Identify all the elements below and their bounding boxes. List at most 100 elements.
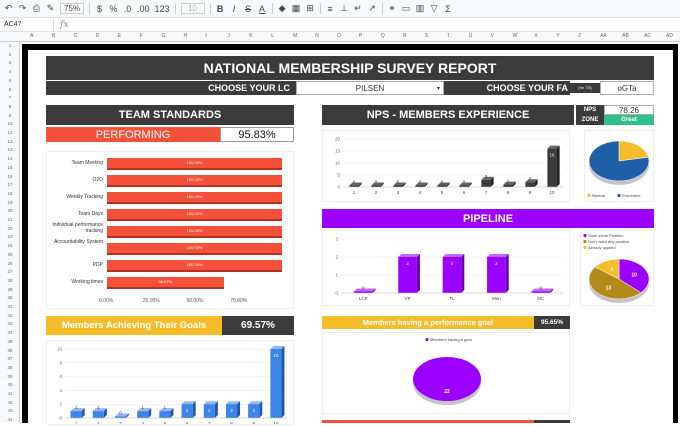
fa-dropdown[interactable]: oGTa	[600, 81, 654, 95]
row-header[interactable]: 28	[0, 278, 20, 283]
column-header[interactable]: G	[162, 33, 166, 39]
nps-pie-chart[interactable]: Neutral Promoters	[584, 130, 654, 202]
align-left-icon[interactable]: ≡	[326, 4, 335, 14]
row-header[interactable]: 43	[0, 408, 20, 413]
row-header[interactable]: 7	[0, 95, 20, 100]
row-header[interactable]: 9	[0, 113, 20, 118]
column-header[interactable]: Y	[556, 33, 559, 39]
hbar-bar[interactable]: 100.00%	[107, 243, 282, 253]
row-header[interactable]: 20	[0, 208, 20, 213]
column-header[interactable]: X	[534, 33, 537, 39]
row-header[interactable]: 32	[0, 313, 20, 318]
row-header[interactable]: 22	[0, 226, 20, 231]
column-header[interactable]: L	[271, 33, 274, 39]
row-header[interactable]: 30	[0, 295, 20, 300]
row-header[interactable]: 38	[0, 365, 20, 370]
paint-format-icon[interactable]: ✎	[46, 3, 55, 14]
row-header[interactable]: 35	[0, 339, 20, 344]
column-header[interactable]: V	[491, 33, 494, 39]
row-header[interactable]: 2	[0, 52, 20, 57]
column-header[interactable]: Z	[578, 33, 581, 39]
column-header[interactable]: T	[447, 33, 450, 39]
lc-dropdown[interactable]: PILSEN ▾	[296, 81, 444, 95]
column-header[interactable]: J	[227, 33, 230, 39]
row-header[interactable]: 13	[0, 147, 20, 152]
hbar-bar[interactable]: 66.67%	[107, 277, 224, 287]
column-header[interactable]: C	[74, 33, 78, 39]
undo-icon[interactable]: ↶	[4, 3, 13, 14]
row-header[interactable]: 42	[0, 400, 20, 405]
row-header[interactable]: 18	[0, 191, 20, 196]
row-header[interactable]: 37	[0, 356, 20, 361]
hbar-bar[interactable]: 100.00%	[107, 175, 282, 185]
row-header[interactable]: 21	[0, 217, 20, 222]
row-header[interactable]: 41	[0, 391, 20, 396]
redo-icon[interactable]: ↷	[18, 3, 27, 14]
hbar-bar[interactable]: 100.00%	[107, 192, 282, 202]
column-header[interactable]: W	[513, 33, 518, 39]
row-header[interactable]: 29	[0, 287, 20, 292]
pipeline-pie-chart[interactable]: 10 13 4 Want some Position Don't want any po…	[580, 230, 654, 306]
column-header[interactable]: D	[96, 33, 100, 39]
row-header[interactable]: 24	[0, 243, 20, 248]
text-wrap-icon[interactable]: ↵	[354, 3, 363, 14]
hbar-bar[interactable]: 100.00%	[107, 209, 282, 219]
column-header[interactable]: N	[315, 33, 319, 39]
row-header[interactable]: 1	[0, 43, 20, 48]
column-header[interactable]: AA	[600, 33, 607, 39]
column-header[interactable]: P	[359, 33, 362, 39]
currency-button[interactable]: $	[95, 4, 104, 14]
name-box[interactable]: AC47	[0, 18, 54, 31]
insert-link-icon[interactable]: ⚭	[388, 3, 397, 14]
row-header[interactable]: 33	[0, 321, 20, 326]
print-icon[interactable]: ⎙	[32, 3, 41, 14]
column-header[interactable]: S	[425, 33, 428, 39]
perf-goal-pie-chart[interactable]: 22 Members having a goal	[322, 332, 570, 414]
row-header[interactable]: 40	[0, 382, 20, 387]
column-header[interactable]: K	[249, 33, 252, 39]
column-header[interactable]: AC	[644, 33, 651, 39]
column-header[interactable]: I	[205, 33, 206, 39]
row-header[interactable]: 34	[0, 330, 20, 335]
column-header[interactable]: AD	[666, 33, 673, 39]
column-header[interactable]: E	[118, 33, 121, 39]
text-color-button[interactable]: A	[258, 4, 267, 14]
row-header[interactable]: 26	[0, 261, 20, 266]
decrease-decimal-button[interactable]: .0	[123, 4, 132, 14]
row-header[interactable]: 27	[0, 269, 20, 274]
row-header[interactable]: 15	[0, 165, 20, 170]
column-header[interactable]: Q	[381, 33, 385, 39]
row-header[interactable]: 11	[0, 130, 20, 135]
functions-button[interactable]: Σ	[444, 4, 453, 14]
column-header[interactable]: U	[469, 33, 473, 39]
row-header[interactable]: 25	[0, 252, 20, 257]
row-header[interactable]: 8	[0, 104, 20, 109]
zoom-select[interactable]: 75%	[60, 3, 85, 14]
row-header[interactable]: 6	[0, 87, 20, 92]
row-header[interactable]: 16	[0, 174, 20, 179]
nps-score-chart[interactable]: 0 5 10 15 20 0 1 0 2 0 3 0 4 0 5 0 6 3 7 1 8 2 9 16 10	[322, 130, 570, 202]
pipeline-bar-chart[interactable]: 0 1 2 3 0 LCP 2 VP 2 TL 2 Man 0 MC	[322, 230, 570, 306]
italic-button[interactable]: I	[230, 4, 239, 14]
column-header[interactable]: O	[337, 33, 341, 39]
row-header[interactable]: 4	[0, 69, 20, 74]
column-header[interactable]: F	[140, 33, 143, 39]
column-header[interactable]: H	[184, 33, 188, 39]
percent-button[interactable]: %	[109, 4, 118, 14]
hbar-bar[interactable]: 100.00%	[107, 260, 282, 270]
row-header[interactable]: 10	[0, 121, 20, 126]
increase-decimal-button[interactable]: .00	[137, 4, 150, 14]
row-header[interactable]: 36	[0, 348, 20, 353]
row-header[interactable]: 17	[0, 182, 20, 187]
bold-button[interactable]: B	[216, 4, 225, 14]
font-size-select[interactable]: 10	[180, 3, 205, 14]
insert-comment-icon[interactable]: ▭	[402, 3, 411, 14]
row-header[interactable]: 23	[0, 234, 20, 239]
row-header[interactable]: 31	[0, 304, 20, 309]
hbar-bar[interactable]: 100.00%	[107, 226, 282, 236]
filter-icon[interactable]: ▽	[430, 3, 439, 14]
align-vertical-icon[interactable]: ⊥	[340, 3, 349, 14]
row-header[interactable]: 3	[0, 60, 20, 65]
goals-bar-chart[interactable]: 0 2 4 6 8 10 1 1 1 2 0 3 1 4 1 5 2 6 2 7 2 8 2 9 10 10	[46, 340, 294, 426]
text-rotate-icon[interactable]: ↗	[368, 3, 377, 14]
